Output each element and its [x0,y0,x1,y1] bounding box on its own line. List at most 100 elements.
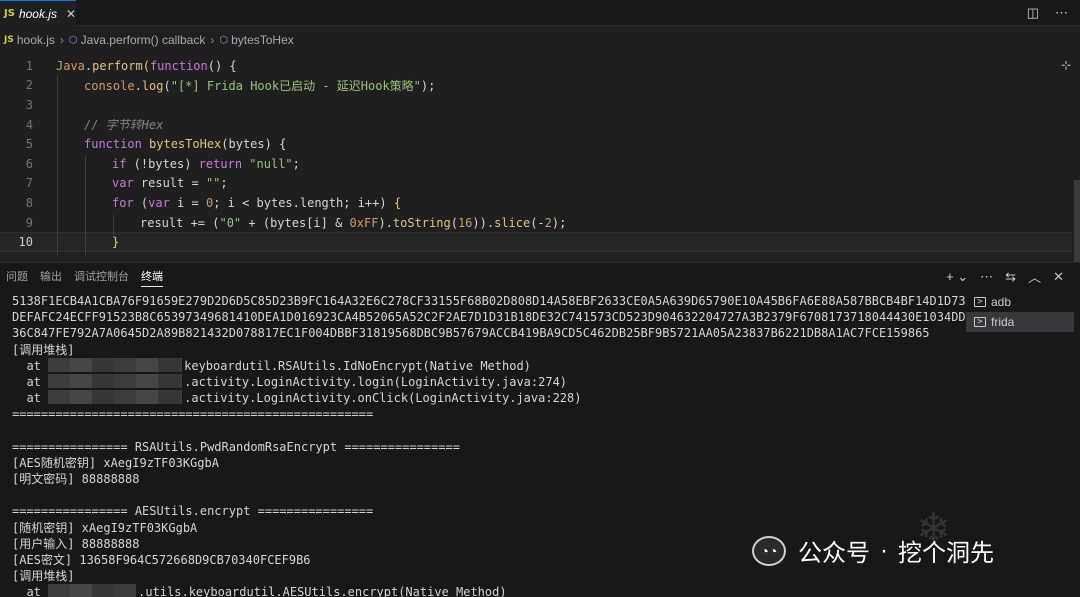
stack-prefix: at [12,358,49,373]
code-token: 2 [544,215,552,230]
stack-text: .activity.LoginActivity.login(LoginActiv… [184,374,568,389]
code-token: { [393,195,402,210]
indent-guide [113,215,114,235]
code-token: perform [92,58,143,73]
code-token: function [149,58,208,73]
terminal-line: DEFAFC24ECFF91523B8C65397349681410DEA1D0… [12,310,966,325]
code-line: 5 function bytesToHex(bytes) { [0,134,1072,154]
code-token: "" [205,176,221,191]
tab-debug-console[interactable]: 调试控制台 [68,263,135,289]
code-token: () { [207,58,237,73]
code-token: } [112,235,120,250]
tab-output[interactable]: 输出 [34,263,68,289]
maximize-panel-icon[interactable]: ︿ [1028,267,1041,286]
terminal-line: 36C847FE792A7A0645D2A89B821432D078817EC1… [12,326,930,341]
stack-frame: at .utils.keyboardutil.AESUtils.encrypt(… [12,584,962,597]
code-token: ); [420,78,436,93]
code-line: 1 Java.perform(function() { [0,56,1072,76]
code-token: for [112,195,134,210]
terminal-line: [AES随机密钥] xAegI9zTF03KGgbA [12,455,219,470]
code-token: result = [133,176,206,191]
redacted-block [48,584,137,597]
code-token: (bytes) { [221,137,287,152]
breadcrumb-file[interactable]: hook.js [17,33,55,47]
stack-frame: at .activity.LoginActivity.login(LoginAc… [12,373,962,390]
add-terminal-icon[interactable]: + ⌄ [946,269,968,285]
code-token: function [84,137,142,152]
code-token: ). [378,215,393,230]
line-number: 1 [25,58,33,73]
code-token: log [141,78,164,93]
split-editor-icon[interactable]: ◫ [1027,5,1039,21]
tab-hook-js[interactable]: JS hook.js ✕ [0,0,76,26]
code-token: "0" [219,215,242,230]
code-token: result += ( [140,215,220,230]
settings-icon[interactable]: ⇆ [1005,269,1016,285]
code-token: ( [133,195,149,210]
line-number: 3 [25,97,33,112]
code-token: ( [450,215,458,230]
terminal-list: > adb > frida [966,292,1074,332]
code-editor[interactable]: 1 Java.perform(function() { 2 console.lo… [0,56,1080,256]
tab-terminal[interactable]: 终端 [135,263,169,289]
code-token: console [84,78,135,93]
js-file-icon: JS [4,35,14,45]
line-number: 8 [25,195,33,210]
stack-text: keyboardutil.RSAUtils.IdNoEncrypt(Native… [184,358,531,373]
close-icon[interactable]: ✕ [1053,269,1064,285]
tab-problems[interactable]: 问题 [0,263,34,289]
stack-frame: at keyboardutil.RSAUtils.IdNoEncrypt(Nat… [12,357,962,374]
tab-label: hook.js [18,6,57,21]
terminal-item-adb[interactable]: > adb [966,292,1074,312]
panel-actions: + ⌄ ⋯ ⇆ ︿ ✕ [946,267,1064,286]
editor-tab-bar: JS hook.js ✕ ◫ ⋯ [0,0,1080,26]
code-token: slice [494,215,531,230]
code-token: (- [530,215,545,230]
line-number: 9 [25,215,33,230]
wechat-icon: ◔◔ [752,535,786,566]
terminal-line: ========================================… [12,407,374,422]
code-line: 9 result += ("0" + (bytes[i] & 0xFF).toS… [0,213,1072,233]
terminal-line: 5138F1ECB4A1CBA76F91659E279D2D6D5C85D23B… [12,294,966,308]
terminal-line: [调用堆栈] [12,342,75,357]
code-line: 4 // 字节转Hex [0,115,1072,135]
close-icon[interactable]: ✕ [66,7,76,21]
stack-prefix: at [12,391,49,406]
code-line: 8 for (var i = 0; i < bytes.length; i++)… [0,193,1072,213]
chevron-right-icon: › [210,33,215,47]
code-token: 16 [457,215,473,230]
breadcrumb: JS hook.js › ⬡ Java.perform() callback ›… [0,30,294,50]
breadcrumb-scope[interactable]: Java.perform() callback [81,33,206,47]
code-token: 0xFF [349,215,379,230]
breadcrumb-symbol[interactable]: bytesToHex [231,33,294,47]
code-token: var [148,195,170,210]
terminal-line: ================ AESUtils.encrypt ======… [12,504,374,519]
code-line-current: 10 } [0,232,1072,252]
code-comment: // 字节转Hex [84,118,164,133]
stack-text: .activity.LoginActivity.onClick(LoginAct… [184,391,582,406]
code-line: 3 [0,95,1072,115]
stack-prefix: at [12,374,49,389]
stack-frame: at .activity.LoginActivity.onClick(Login… [12,390,962,406]
more-actions-icon[interactable]: ⋯ [980,269,993,285]
indent-guide [57,76,58,256]
code-token: ( [142,58,150,73]
redacted-block [48,390,183,405]
code-token: "[*] Frida Hook已启动 - 延迟Hook策略" [170,78,421,93]
indent-guide [85,156,86,256]
code-token: ; [220,176,228,191]
more-actions-icon[interactable]: ⋯ [1055,5,1068,21]
terminal-item-label: frida [991,315,1015,329]
code-token: ; [292,156,300,171]
code-token: return [198,156,243,171]
code-token: Java [56,58,85,73]
terminal-line: ================ RSAUtils.PwdRandomRsaEn… [12,439,460,454]
stack-prefix: at [12,585,49,597]
terminal-line: [明文密码] 88888888 [12,472,140,487]
add-icon[interactable]: ⊹ [1061,58,1071,72]
line-number: 5 [25,137,33,152]
code-token: var [112,176,134,191]
terminal-item-frida[interactable]: > frida [966,312,1074,332]
